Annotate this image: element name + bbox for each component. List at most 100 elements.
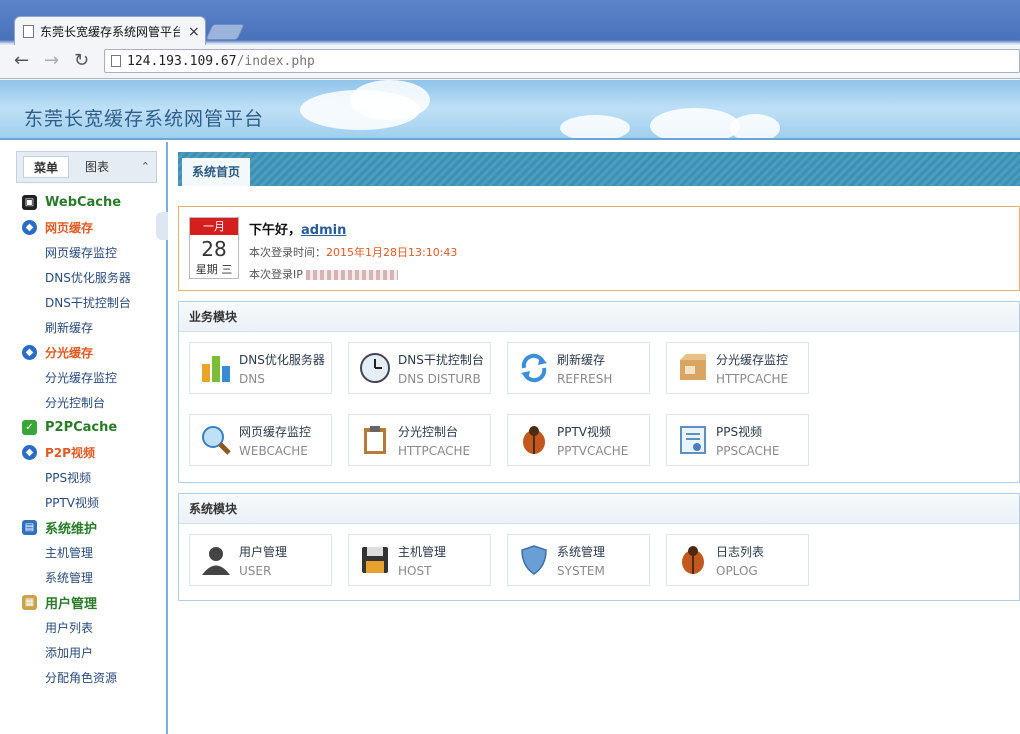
module-code: PPSCACHE: [716, 443, 780, 458]
sidebar-item-label: DNS优化服务器: [45, 271, 131, 285]
redacted-ip: [306, 270, 399, 280]
module-code: HTTPCACHE: [716, 371, 789, 386]
sidebar-item-label: 分配角色资源: [45, 671, 118, 685]
sidebar-item-label: PPS视频: [45, 471, 92, 485]
sidebar-item[interactable]: ▦ 用户管理: [22, 590, 162, 615]
forward-icon[interactable]: →: [44, 51, 59, 71]
shield-icon: ◆: [22, 345, 37, 360]
url-text: 124.193.109.67/index.php: [127, 53, 315, 69]
module-code: PPTVCACHE: [557, 443, 629, 458]
sidebar-item[interactable]: 刷新缓存: [22, 315, 162, 340]
shield-icon: [516, 542, 552, 578]
username-link[interactable]: admin: [301, 223, 346, 238]
sidebar-item[interactable]: ◆ 分光缓存: [22, 340, 162, 365]
calendar-widget: 一月 28 星期 三: [189, 217, 239, 279]
module-code: HTTPCACHE: [398, 443, 471, 458]
tab-home[interactable]: 系统首页: [182, 158, 251, 186]
sidebar-item[interactable]: 分光缓存监控: [22, 365, 162, 390]
sidebar-item-label: 网页缓存: [45, 221, 94, 235]
address-bar[interactable]: 124.193.109.67/index.php: [104, 49, 1020, 73]
sidebar-item-label: P2PCache: [45, 420, 118, 435]
clipboard-icon: [357, 422, 393, 458]
module-card[interactable]: 网页缓存监控 WEBCACHE: [189, 414, 332, 466]
sidebar-item[interactable]: 网页缓存监控: [22, 240, 162, 265]
sidebar-item[interactable]: ◆ P2P视频: [22, 440, 162, 465]
sidebar-item-label: 分光缓存: [45, 346, 94, 360]
sidebar-item-label: DNS干扰控制台: [45, 296, 131, 310]
sidebar-item[interactable]: DNS干扰控制台: [22, 290, 162, 315]
module-name: PPS视频: [716, 424, 763, 439]
reload-icon[interactable]: ↻: [74, 51, 89, 71]
sidebar-item-label: 系统管理: [45, 571, 94, 585]
module-card[interactable]: 日志列表 OPLOG: [666, 534, 809, 586]
floppy-icon: [357, 542, 393, 578]
sidebar-item[interactable]: 分配角色资源: [22, 665, 162, 690]
module-card[interactable]: 分光控制台 HTTPCACHE: [348, 414, 491, 466]
tab-charts[interactable]: 图表: [75, 156, 119, 178]
bar-chart-icon: [198, 350, 234, 386]
module-card[interactable]: PPS视频 PPSCACHE: [666, 414, 809, 466]
refresh-icon: [516, 350, 552, 386]
module-card[interactable]: 刷新缓存 REFRESH: [507, 342, 650, 394]
module-card[interactable]: 分光缓存监控 HTTPCACHE: [666, 342, 809, 394]
sidebar-item[interactable]: 分光控制台: [22, 390, 162, 415]
sidebar-item[interactable]: 用户列表: [22, 615, 162, 640]
sidebar-item[interactable]: ▤ 系统维护: [22, 515, 162, 540]
banner-title: 东莞长宽缓存系统网管平台: [24, 108, 265, 130]
tab-menu[interactable]: 菜单: [23, 156, 70, 178]
sidebar-item[interactable]: PPS视频: [22, 465, 162, 490]
system-modules-title: 系统模块: [179, 494, 1019, 524]
module-card[interactable]: DNS优化服务器 DNS: [189, 342, 332, 394]
sidebar-item-label: 系统维护: [45, 522, 98, 537]
business-modules-title: 业务模块: [179, 302, 1019, 332]
certificate-icon: [675, 422, 711, 458]
tab-title: 东莞长宽缓存系统网管平台: [40, 25, 180, 39]
module-code: REFRESH: [557, 371, 613, 386]
new-tab-button[interactable]: [205, 24, 245, 40]
clock-icon: [357, 350, 393, 386]
browser-tab[interactable]: 东莞长宽缓存系统网管平台 ×: [14, 16, 206, 46]
sidebar-item[interactable]: 系统管理: [22, 565, 162, 590]
sidebar-item[interactable]: DNS优化服务器: [22, 265, 162, 290]
sidebar-item-label: 主机管理: [45, 546, 94, 560]
module-code: OPLOG: [716, 563, 758, 578]
shield-icon: ◆: [22, 445, 37, 460]
module-code: SYSTEM: [557, 563, 605, 578]
users-icon: ▦: [22, 595, 37, 610]
back-icon[interactable]: ←: [14, 51, 29, 71]
sidebar-item[interactable]: ▣ WebCache: [22, 190, 162, 215]
browser-chrome: 东莞长宽缓存系统网管平台 × ← → ↻ 124.193.109.67/inde…: [0, 0, 1020, 80]
sidebar-item-label: PPTV视频: [45, 496, 100, 510]
sidebar-item[interactable]: ◆ 网页缓存: [22, 215, 162, 240]
module-name: 系统管理: [557, 544, 606, 559]
sidebar-item-label: P2P视频: [45, 446, 95, 460]
sidebar-item[interactable]: PPTV视频: [22, 490, 162, 515]
module-card[interactable]: 主机管理 HOST: [348, 534, 491, 586]
sidebar-item-label: 用户列表: [45, 621, 94, 635]
business-modules: 业务模块 DNS优化服务器 DNS DNS干扰控制台 DNS DISTURB 刷新缓存 R…: [178, 301, 1020, 483]
collapse-icon[interactable]: ⌃: [141, 160, 150, 173]
sidebar-item-label: 分光控制台: [45, 396, 106, 410]
module-card[interactable]: PPTV视频 PPTVCACHE: [507, 414, 650, 466]
module-name: 刷新缓存: [557, 352, 606, 367]
module-card[interactable]: 系统管理 SYSTEM: [507, 534, 650, 586]
sidebar-item[interactable]: 添加用户: [22, 640, 162, 665]
module-card[interactable]: DNS干扰控制台 DNS DISTURB: [348, 342, 491, 394]
webcache-icon: ▣: [22, 195, 37, 210]
module-name: DNS干扰控制台: [398, 352, 484, 367]
page-icon: [23, 25, 34, 38]
login-ip: 本次登录IP: [249, 266, 457, 282]
module-name: 用户管理: [239, 544, 288, 559]
shield-icon: ◆: [22, 220, 37, 235]
login-time: 本次登录时间：2015年1月28日13:10:43: [249, 246, 458, 259]
system-modules: 系统模块 用户管理 USER 主机管理 HOST 系统管理 SYSTEM 日志列表 OPLOG: [178, 493, 1020, 601]
sidebar-item[interactable]: 主机管理: [22, 540, 162, 565]
module-code: WEBCACHE: [239, 443, 308, 458]
close-tab-icon[interactable]: ×: [188, 24, 200, 40]
module-name: 主机管理: [398, 544, 447, 559]
module-code: USER: [239, 563, 272, 578]
sidebar-item[interactable]: ✓ P2PCache: [22, 415, 162, 440]
box-icon: [675, 350, 711, 386]
module-card[interactable]: 用户管理 USER: [189, 534, 332, 586]
greeting: 下午好，admin: [249, 223, 347, 238]
